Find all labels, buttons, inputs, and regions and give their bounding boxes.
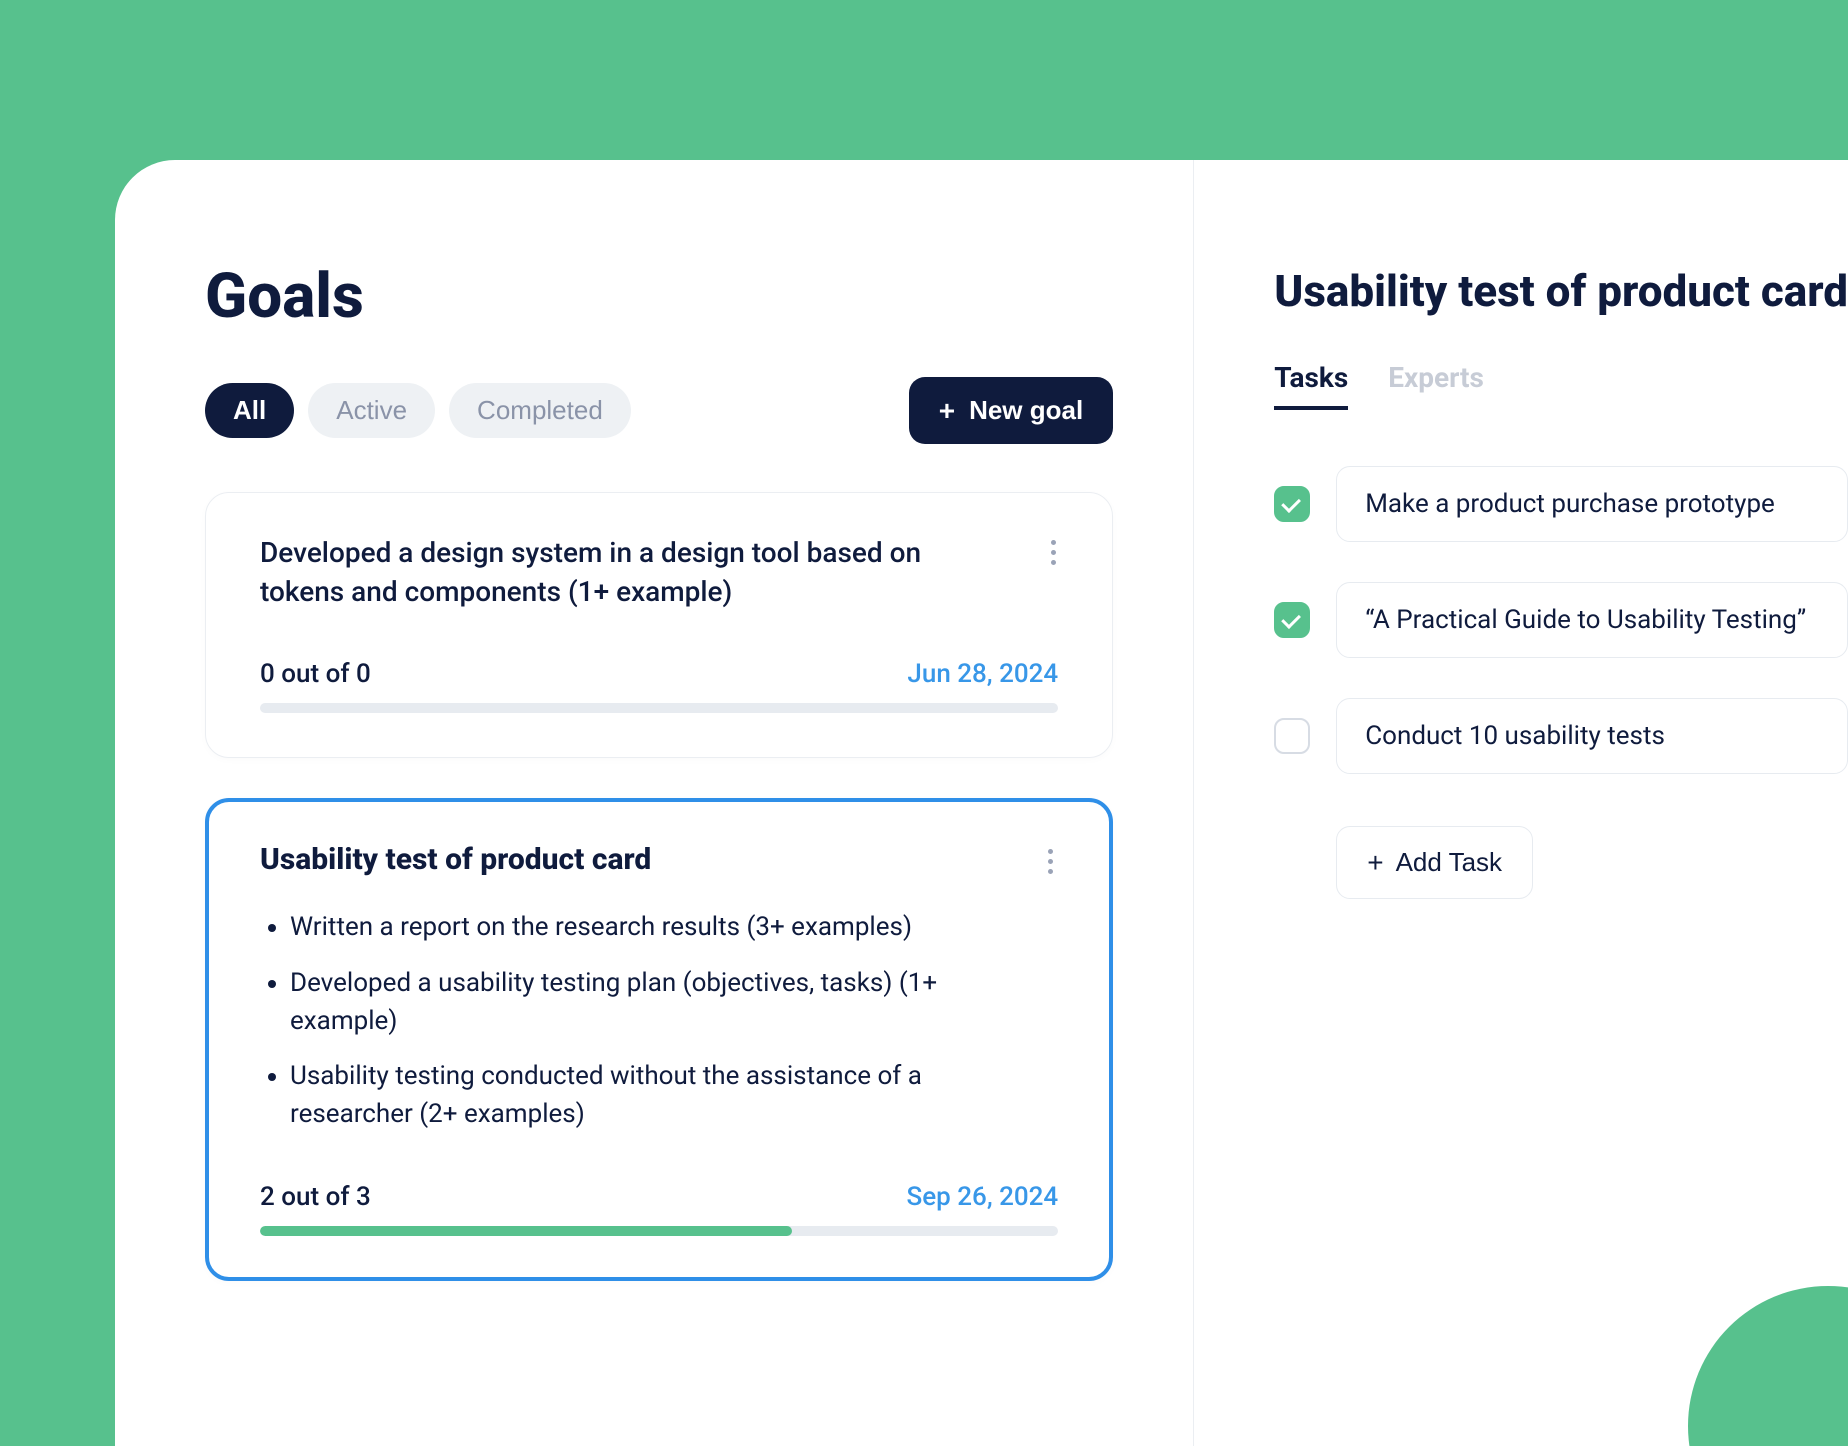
- task-item[interactable]: Make a product purchase prototype: [1336, 466, 1848, 542]
- goal-progress-bar: [260, 703, 1058, 713]
- goals-panel: Goals All Active Completed + New goal De…: [115, 160, 1194, 1446]
- task-item[interactable]: Conduct 10 usability tests: [1336, 698, 1848, 774]
- goal-criteria-list: Written a report on the research results…: [290, 909, 1058, 1133]
- task-item[interactable]: “A Practical Guide to Usability Testing”: [1336, 582, 1848, 658]
- goal-card-title: Developed a design system in a design to…: [260, 533, 1058, 611]
- task-row: Make a product purchase prototype: [1274, 466, 1848, 542]
- filter-completed[interactable]: Completed: [449, 383, 631, 438]
- goal-card-footer: 0 out of 0 Jun 28, 2024: [260, 659, 1058, 689]
- goal-card-title: Usability test of product card: [260, 839, 1058, 881]
- goal-card-selected[interactable]: Usability test of product card Written a…: [205, 798, 1113, 1280]
- task-row: “A Practical Guide to Usability Testing”: [1274, 582, 1848, 658]
- goal-detail-title: Usability test of product card: [1274, 265, 1848, 317]
- page-title: Goals: [205, 260, 1113, 333]
- goal-card-menu[interactable]: [1038, 537, 1068, 567]
- goal-card-footer: 2 out of 3 Sep 26, 2024: [260, 1182, 1058, 1212]
- plus-icon: +: [1367, 849, 1383, 877]
- goal-criteria-item: Written a report on the research results…: [290, 909, 1058, 947]
- add-task-label: Add Task: [1396, 847, 1502, 878]
- add-task-button[interactable]: + Add Task: [1336, 826, 1533, 899]
- task-row: Conduct 10 usability tests: [1274, 698, 1848, 774]
- task-checkbox[interactable]: [1274, 718, 1310, 754]
- app-window: Goals All Active Completed + New goal De…: [115, 160, 1848, 1446]
- plus-icon: +: [939, 397, 955, 425]
- goal-card[interactable]: Developed a design system in a design to…: [205, 492, 1113, 758]
- goal-due-date: Sep 26, 2024: [907, 1182, 1059, 1212]
- filter-active[interactable]: Active: [308, 383, 435, 438]
- new-goal-button[interactable]: + New goal: [909, 377, 1114, 444]
- detail-tabs: Tasks Experts: [1274, 361, 1848, 410]
- task-checkbox[interactable]: [1274, 486, 1310, 522]
- new-goal-label: New goal: [969, 395, 1083, 426]
- goal-criteria-item: Usability testing conducted without the …: [290, 1058, 1058, 1133]
- tab-experts[interactable]: Experts: [1388, 361, 1484, 410]
- goal-criteria-item: Developed a usability testing plan (obje…: [290, 965, 1058, 1040]
- goal-progress-fill: [260, 1226, 792, 1236]
- decorative-blob: [1688, 1286, 1848, 1446]
- tab-tasks[interactable]: Tasks: [1274, 361, 1348, 410]
- goals-toolbar: All Active Completed + New goal: [205, 377, 1113, 444]
- goal-card-menu[interactable]: [1035, 846, 1065, 876]
- goal-progress-bar: [260, 1226, 1058, 1236]
- goal-progress-label: 0 out of 0: [260, 659, 371, 689]
- goal-filters: All Active Completed: [205, 383, 631, 438]
- filter-all[interactable]: All: [205, 383, 294, 438]
- goal-due-date: Jun 28, 2024: [907, 659, 1058, 689]
- task-checkbox[interactable]: [1274, 602, 1310, 638]
- goal-detail-panel: Usability test of product card Tasks Exp…: [1194, 160, 1848, 1446]
- goal-progress-label: 2 out of 3: [260, 1182, 371, 1212]
